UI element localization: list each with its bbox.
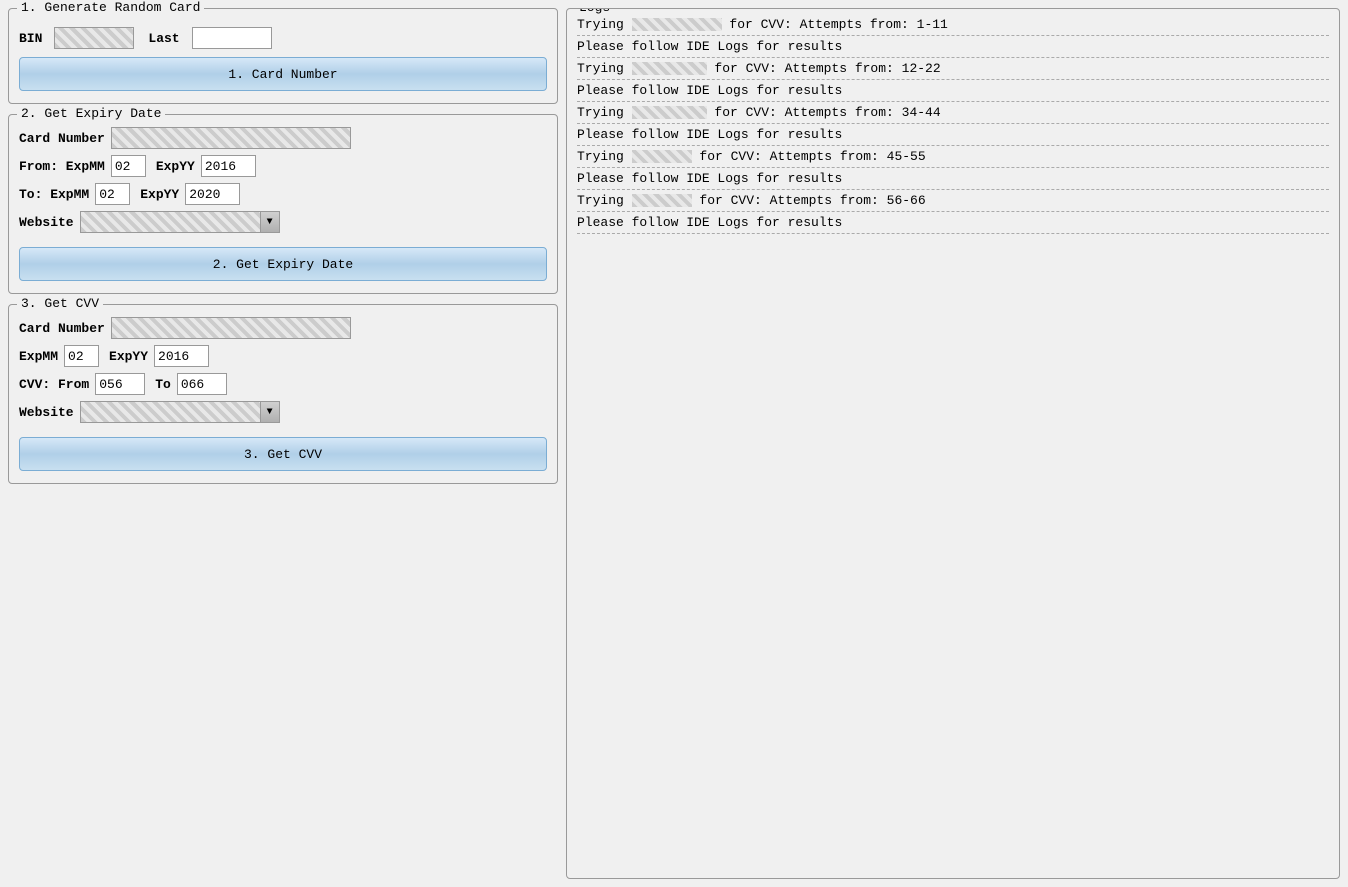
redacted-3 (632, 62, 707, 75)
log-text-3: Trying for CVV: Attempts from: 12-22 (577, 61, 941, 76)
section3-expmm-label: ExpMM (19, 349, 58, 364)
log-divider-4 (577, 101, 1329, 102)
redacted-5 (632, 106, 707, 119)
section2-cardnumber-label: Card Number (19, 131, 105, 146)
section2-cardnumber-input[interactable] (111, 127, 351, 149)
log-divider-5 (577, 123, 1329, 124)
log-divider-7 (577, 167, 1329, 168)
log-divider-8 (577, 189, 1329, 190)
log-text-6: Please follow IDE Logs for results (577, 127, 842, 142)
section2-website-select[interactable] (80, 211, 280, 233)
section3-website-label: Website (19, 405, 74, 420)
redacted-9 (632, 194, 692, 207)
log-entry-9: Trying for CVV: Attempts from: 56-66 (577, 193, 1329, 208)
get-cvv-button[interactable]: 3. Get CVV (19, 437, 547, 471)
from-expmm-input[interactable] (111, 155, 146, 177)
last-label: Last (148, 31, 179, 46)
to-expyy-input[interactable] (185, 183, 240, 205)
section3-cvv-row: CVV: From To (19, 373, 547, 395)
log-entry-1: Trying for CVV: Attempts from: 1-11 (577, 17, 1329, 32)
log-entry-2: Please follow IDE Logs for results (577, 39, 1329, 54)
section3-cvvto-input[interactable] (177, 373, 227, 395)
log-divider-9 (577, 211, 1329, 212)
section1-title: 1. Generate Random Card (17, 0, 204, 15)
section3-cardnumber-row: Card Number (19, 317, 547, 339)
section2-title: 2. Get Expiry Date (17, 106, 165, 121)
section3-cardnumber-input[interactable] (111, 317, 351, 339)
section3-cvvfrom-input[interactable] (95, 373, 145, 395)
section2-from-row: From: ExpMM ExpYY (19, 155, 547, 177)
section3-group: 3. Get CVV Card Number ExpMM ExpYY CVV: … (8, 304, 558, 484)
section3-website-wrapper: ▼ (80, 401, 280, 423)
log-text-5: Trying for CVV: Attempts from: 34-44 (577, 105, 941, 120)
section2-group: 2. Get Expiry Date Card Number From: Exp… (8, 114, 558, 294)
bin-input[interactable] (54, 27, 134, 49)
log-text-10: Please follow IDE Logs for results (577, 215, 842, 230)
right-panel: Logs Trying for CVV: Attempts from: 1-11… (566, 8, 1340, 879)
section3-exp-row: ExpMM ExpYY (19, 345, 547, 367)
log-text-7: Trying for CVV: Attempts from: 45-55 (577, 149, 926, 164)
log-divider-3 (577, 79, 1329, 80)
section2-website-wrapper: ▼ (80, 211, 280, 233)
section3-title: 3. Get CVV (17, 296, 103, 311)
section2-to-row: To: ExpMM ExpYY (19, 183, 547, 205)
main-container: 1. Generate Random Card BIN Last 1. Card… (0, 0, 1348, 887)
redacted-7 (632, 150, 692, 163)
log-entry-3: Trying for CVV: Attempts from: 12-22 (577, 61, 1329, 76)
log-entry-5: Trying for CVV: Attempts from: 34-44 (577, 105, 1329, 120)
from-expyy-input[interactable] (201, 155, 256, 177)
log-entry-7: Trying for CVV: Attempts from: 45-55 (577, 149, 1329, 164)
logs-group: Logs Trying for CVV: Attempts from: 1-11… (566, 8, 1340, 879)
to-expmm-label: To: ExpMM (19, 187, 89, 202)
section3-website-select[interactable] (80, 401, 280, 423)
log-entry-6: Please follow IDE Logs for results (577, 127, 1329, 142)
log-entry-10: Please follow IDE Logs for results (577, 215, 1329, 230)
log-entry-8: Please follow IDE Logs for results (577, 171, 1329, 186)
last-input[interactable] (192, 27, 272, 49)
section3-cvvto-label: To (155, 377, 171, 392)
from-expmm-label: From: ExpMM (19, 159, 105, 174)
section3-website-row: Website ▼ (19, 401, 547, 423)
logs-title: Logs (575, 8, 614, 15)
log-divider-6 (577, 145, 1329, 146)
log-text-9: Trying for CVV: Attempts from: 56-66 (577, 193, 926, 208)
to-expyy-label: ExpYY (140, 187, 179, 202)
log-entry-4: Please follow IDE Logs for results (577, 83, 1329, 98)
section3-cvvfrom-label: CVV: From (19, 377, 89, 392)
section1-inputs-row: BIN Last (19, 27, 547, 49)
section3-expyy-input[interactable] (154, 345, 209, 367)
section1-group: 1. Generate Random Card BIN Last 1. Card… (8, 8, 558, 104)
section2-website-label: Website (19, 215, 74, 230)
log-text-8: Please follow IDE Logs for results (577, 171, 842, 186)
bin-label: BIN (19, 31, 42, 46)
log-text-4: Please follow IDE Logs for results (577, 83, 842, 98)
log-divider-10 (577, 233, 1329, 234)
log-divider-1 (577, 35, 1329, 36)
section3-expyy-label: ExpYY (109, 349, 148, 364)
section2-cardnumber-row: Card Number (19, 127, 547, 149)
left-panel: 1. Generate Random Card BIN Last 1. Card… (8, 8, 558, 879)
section2-website-row: Website ▼ (19, 211, 547, 233)
to-expmm-input[interactable] (95, 183, 130, 205)
section3-cardnumber-label: Card Number (19, 321, 105, 336)
log-text-1: Trying for CVV: Attempts from: 1-11 (577, 17, 948, 32)
section3-expmm-input[interactable] (64, 345, 99, 367)
log-divider-2 (577, 57, 1329, 58)
redacted-1 (632, 18, 722, 31)
get-expiry-button[interactable]: 2. Get Expiry Date (19, 247, 547, 281)
from-expyy-label: ExpYY (156, 159, 195, 174)
log-text-2: Please follow IDE Logs for results (577, 39, 842, 54)
generate-card-button[interactable]: 1. Card Number (19, 57, 547, 91)
